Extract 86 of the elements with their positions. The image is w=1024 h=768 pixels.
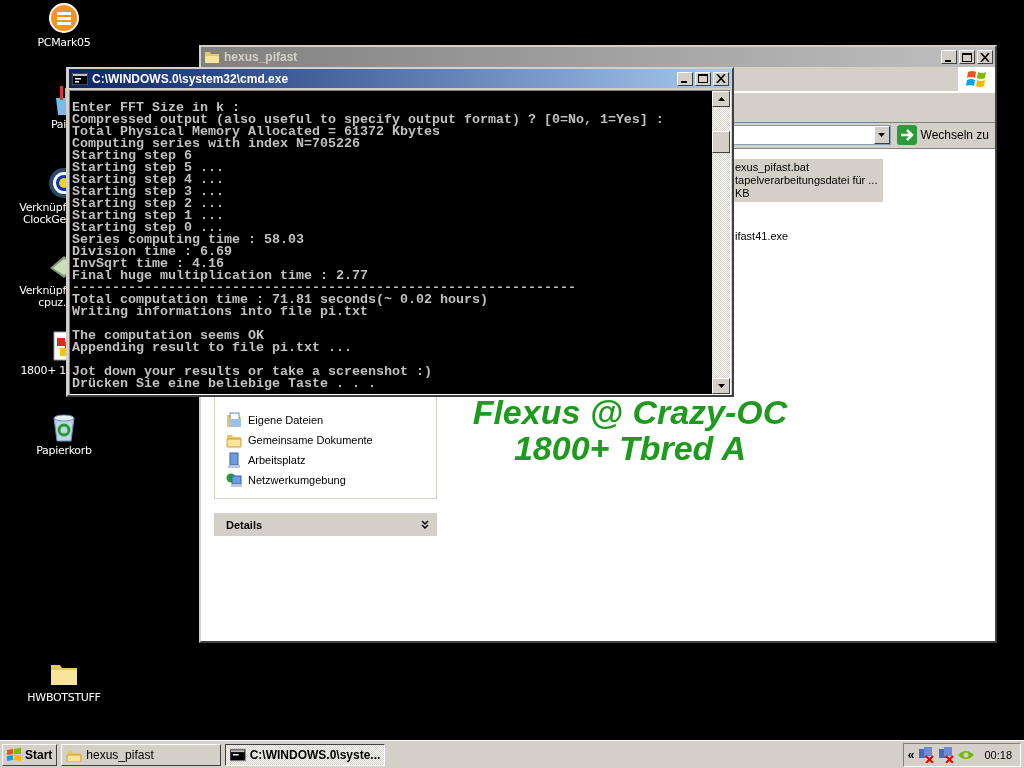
close-glyph-icon — [980, 52, 990, 62]
console-line: Enter FFT Size in k : — [72, 102, 240, 114]
maximize-button[interactable] — [695, 71, 711, 86]
sidebar-link[interactable]: Gemeinsame Dokumente — [248, 434, 373, 446]
network-computer-icon — [226, 472, 242, 488]
console-line: Total computation time : 71.81 seconds(~ 0.02 hours) — [72, 294, 489, 306]
file-label: tapelverarbeitungsdatei für ... — [735, 174, 878, 187]
icon-label: Verknüpf — [19, 202, 66, 214]
file-label: exus_pifast.bat — [735, 161, 810, 174]
minimize-button[interactable] — [677, 71, 693, 86]
details-header[interactable]: Details — [214, 513, 437, 536]
console-line: Computing series with index N=705226 — [72, 138, 361, 150]
console-line: Compressed output (also useful to specify output format) ? [0=No, 1=Yes] : — [72, 114, 665, 126]
overlay-caption: 1800+ Tbred A — [513, 430, 747, 466]
network-error-icon[interactable] — [918, 746, 935, 763]
flag-logo-icon — [965, 69, 988, 89]
console-line: Starting step 2 ... — [72, 198, 225, 210]
go-button[interactable]: Wechseln zu — [896, 125, 989, 145]
folder-icon — [226, 432, 242, 448]
clock: 00:18 — [984, 748, 1012, 761]
window-title: hexus_pifast — [224, 50, 298, 64]
console-line: Jot down your results or take a screenshot :) — [72, 366, 433, 378]
scroll-down-button[interactable] — [712, 378, 730, 394]
scroll-thumb[interactable] — [712, 131, 730, 153]
minimize-glyph-icon — [945, 59, 951, 62]
icon-label: HWBOTSTUFF — [27, 692, 101, 704]
icon-label: ClockGe — [22, 214, 66, 226]
console-line: --------------------------------------------------------------- — [72, 282, 577, 294]
close-button[interactable] — [713, 71, 729, 86]
double-chevron-icon[interactable] — [421, 520, 429, 529]
file-label: ifast41.exe — [735, 230, 789, 243]
section-title: Details — [226, 518, 263, 531]
up-arrow-icon — [717, 97, 725, 101]
console-line: The computation seems OK — [72, 330, 265, 342]
sidebar-link[interactable]: Netzwerkumgebung — [248, 474, 346, 486]
console-icon — [230, 747, 246, 762]
folder-icon — [204, 50, 220, 64]
file-label: KB — [735, 187, 751, 200]
icon-label: Papierkorb — [36, 445, 92, 457]
console-line: Appending result to file pi.txt ... — [72, 342, 353, 354]
sidebar-link[interactable]: Eigene Dateien — [248, 414, 324, 426]
minimize-button[interactable] — [941, 50, 957, 64]
console-line: Starting step 5 ... — [72, 162, 225, 174]
console-line: Total Physical Memory Allocated = 61372 Kbytes — [72, 126, 440, 138]
console-line: Starting step 0 ... — [72, 222, 224, 234]
maximize-glyph-icon — [698, 74, 708, 83]
maximize-button[interactable] — [959, 50, 975, 64]
icon-label: 1800+ 1 — [20, 365, 66, 377]
icon-label: Verknüpf — [19, 285, 66, 297]
start-button[interactable]: Start — [2, 743, 58, 766]
window-title: C:\WINDOWS.0\system32\cmd.exe — [92, 71, 289, 86]
console-icon — [72, 72, 88, 85]
maximize-glyph-icon — [962, 52, 972, 62]
icon-label: cpuz. — [38, 297, 66, 309]
console-line: Starting step 3 ... — [72, 186, 225, 198]
sidebar-link[interactable]: Arbeitsplatz — [248, 454, 306, 466]
console-line: Division time : 6.69 — [72, 246, 233, 258]
scroll-up-button[interactable] — [712, 91, 730, 107]
document-folder-icon — [226, 412, 242, 428]
console-line: Writing informations into file pi.txt — [72, 306, 368, 318]
icon-label: Pai — [50, 119, 66, 131]
file-item[interactable]: ifast41.exe — [734, 228, 795, 245]
console-line: Starting step 1 ... — [72, 210, 225, 222]
console-line: Starting step 4 ... — [72, 174, 225, 186]
circle-logo-icon[interactable] — [48, 2, 80, 34]
taskbar-button[interactable]: hexus_pifast — [61, 743, 222, 766]
network-error-icon[interactable] — [938, 746, 955, 763]
down-arrow-icon — [717, 384, 725, 388]
close-glyph-icon — [716, 74, 726, 83]
console-line: Drücken Sie eine beliebige Taste . . . — [72, 378, 377, 390]
file-item[interactable]: exus_pifast.bat tapelverarbeitungsdatei für ... KB — [734, 159, 884, 202]
computer-icon — [226, 452, 242, 468]
show-hidden-icons-button[interactable]: « — [907, 747, 915, 762]
caret-icon — [878, 133, 885, 137]
arrow-icon — [896, 125, 917, 145]
close-button[interactable] — [977, 50, 993, 64]
console-line: Starting step 6 — [72, 150, 193, 162]
console-line: InvSqrt time : 4.16 — [72, 258, 224, 270]
console-line: Series computing time : 58.03 — [72, 234, 305, 246]
dropdown-button[interactable] — [873, 126, 890, 144]
console-line: Final huge multiplication time : 2.77 — [72, 270, 369, 282]
icon-label: PCMark05 — [37, 37, 91, 49]
overlay-caption: Flexus @ Crazy-OC — [472, 394, 788, 430]
taskbar-button[interactable]: C:\WINDOWS.0\syste... — [225, 743, 386, 766]
minimize-glyph-icon — [681, 81, 687, 83]
flag-logo-icon — [6, 747, 22, 762]
